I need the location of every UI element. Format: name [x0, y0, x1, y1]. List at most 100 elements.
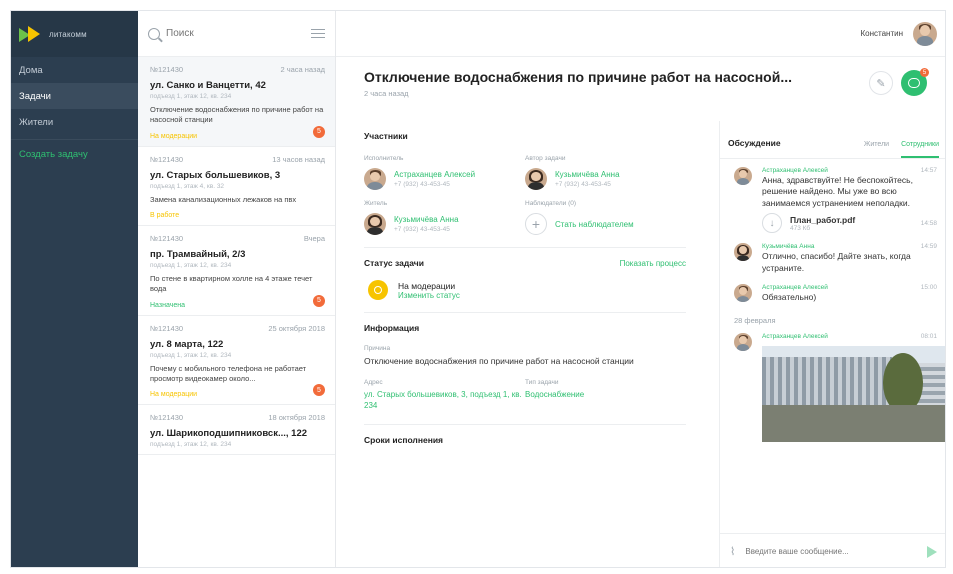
task-location: подъезд 1, этаж 4, кв. 32 — [150, 182, 225, 190]
plus-icon: + — [525, 213, 547, 235]
task-time: 25 октября 2018 — [268, 323, 325, 333]
status-icon — [368, 280, 388, 300]
task-address: ул. 8 марта, 122 — [150, 338, 224, 350]
pencil-icon: ✎ — [876, 77, 886, 90]
author-name[interactable]: Кузьмичёва Анна — [555, 170, 620, 179]
message-input[interactable] — [745, 547, 917, 556]
task-location: подъезд 1, этаж 12, кв. 234 — [150, 351, 232, 359]
task-status: Назначена — [150, 301, 185, 309]
chat-tabs: Обсуждение Жители Сотрудники — [720, 121, 945, 159]
search-icon — [148, 27, 160, 40]
task-items: №121430 2 часа назад ул. Санко и Ванцетт… — [138, 57, 335, 456]
chat-message: Астраханцев Алексей 14:57 Анна, здравству… — [720, 159, 945, 235]
task-description: Замена канализационных лежаков на пвх — [150, 194, 297, 204]
message-avatar — [734, 332, 752, 351]
participants-title: Участники — [364, 131, 408, 141]
message-text: Обязательно) — [762, 292, 817, 303]
reason-text: Отключение водоснабжения по причине рабо… — [364, 356, 634, 366]
message-photo[interactable] — [762, 345, 945, 442]
task-details: Участники Исполнитель Астраханцев Алексе… — [336, 121, 700, 567]
task-list-item[interactable]: №121430 Вчера пр. Трамвайный, 2/3 подъез… — [138, 226, 335, 316]
task-description: Почему с мобильного телефона не работает… — [150, 363, 307, 383]
task-time: 2 часа назад — [364, 89, 409, 98]
task-address: пр. Трамвайный, 2/3 — [150, 249, 246, 261]
send-icon[interactable] — [927, 545, 937, 558]
message-author[interactable]: Астраханцев Алексей — [762, 284, 828, 291]
file-time: 14:58 — [920, 219, 937, 227]
status-value: На модерации — [398, 280, 456, 291]
topbar: Константин — [336, 11, 945, 57]
address-link[interactable]: ул. Старых большевиков, 3, подъезд 1, кв… — [364, 390, 525, 412]
show-process-link[interactable]: Показать процесс — [620, 259, 686, 268]
resident-name[interactable]: Кузьмичёва Анна — [394, 215, 459, 224]
resident-label: Житель — [364, 200, 388, 207]
task-time: Вчера — [303, 234, 325, 244]
message-time: 15:00 — [920, 284, 937, 292]
become-observer-button[interactable]: + Стать наблюдателем — [525, 213, 686, 235]
sidebar: литакомм Дома Задачи Жители Создать зада… — [11, 11, 138, 567]
logo-icon — [19, 26, 41, 42]
task-id: №121430 — [150, 154, 184, 164]
reason-label: Причина — [364, 345, 391, 352]
task-description: По стене в квартирном холле на 4 этаже т… — [150, 274, 313, 293]
tab-residents[interactable]: Жители — [864, 141, 889, 158]
sidebar-item-residents[interactable]: Жители — [11, 109, 138, 135]
user-name[interactable]: Константин — [860, 29, 903, 38]
brand-name: литакомм — [49, 29, 87, 39]
message-author[interactable]: Кузьмичёва Анна — [762, 243, 814, 250]
paperclip-icon[interactable]: ⌇ — [730, 545, 735, 558]
author-phone: +7 (932) 43-453-45 — [555, 181, 611, 188]
file-name: План_работ.pdf — [790, 214, 856, 225]
message-author[interactable]: Астраханцев Алексей — [762, 167, 828, 174]
executor-avatar — [364, 168, 386, 190]
message-author[interactable]: Астраханцев Алексей — [762, 333, 828, 340]
task-list-item[interactable]: №121430 25 октября 2018 ул. 8 марта, 122… — [138, 316, 335, 406]
tab-staff[interactable]: Сотрудники — [901, 141, 939, 158]
search-input[interactable] — [166, 28, 311, 39]
message-time: 08:01 — [920, 332, 937, 340]
status-title: Статус задачи — [364, 258, 424, 268]
task-status: В работе — [150, 212, 180, 220]
info-section: Информация Причина Отключение водоснабже… — [364, 313, 686, 426]
task-location: подъезд 1, этаж 12, кв. 234 — [150, 262, 232, 270]
type-label: Тип задачи — [525, 379, 559, 387]
create-task-button[interactable]: Создать задачу — [11, 139, 138, 169]
type-link[interactable]: Водоснабжение — [525, 390, 686, 401]
task-id: №121430 — [150, 65, 184, 74]
user-avatar[interactable] — [913, 21, 937, 46]
sidebar-item-houses[interactable]: Дома — [11, 57, 138, 83]
sidebar-item-tasks[interactable]: Задачи — [11, 83, 138, 109]
chat-message: Астраханцев Алексей 08:01 — [720, 325, 945, 444]
task-list-item[interactable]: №121430 18 октября 2018 ул. Шарикоподшип… — [138, 405, 335, 456]
date-separator: 28 февраля — [734, 315, 776, 325]
main-area: Константин Отключение водоснабжения по п… — [336, 11, 945, 567]
chat-input-bar: ⌇ — [720, 533, 945, 567]
brand[interactable]: литакомм — [11, 11, 138, 57]
task-status: На модерации — [150, 391, 198, 399]
chat-button[interactable]: 5 — [901, 68, 929, 96]
chat-message: Кузьмичёва Анна 14:59 Отлично, спасибо! Д… — [720, 235, 945, 276]
become-observer-label: Стать наблюдателем — [555, 219, 634, 229]
observers-label: Наблюдатели (0) — [525, 200, 577, 207]
message-avatar — [734, 284, 752, 303]
file-size: 473 Кб — [790, 224, 811, 232]
task-address: ул. Старых большевиков, 3 — [150, 169, 281, 181]
edit-button[interactable]: ✎ — [869, 71, 893, 95]
chat-message: Астраханцев Алексей 15:00 Обязательно) — [720, 276, 945, 305]
file-attachment[interactable]: ↓ План_работ.pdf 473 Кб 14:58 — [762, 213, 937, 234]
task-location: подъезд 1, этаж 12, кв. 234 — [150, 93, 232, 100]
task-header: Отключение водоснабжения по причине рабо… — [336, 57, 945, 121]
task-id: №121430 — [150, 234, 184, 244]
task-list-panel: №121430 2 часа назад ул. Санко и Ванцетт… — [138, 11, 336, 567]
executor-name[interactable]: Астраханцев Алексей — [394, 170, 475, 179]
chat-bubble-icon — [908, 78, 920, 88]
unread-badge: 5 — [313, 125, 325, 138]
filter-icon[interactable] — [311, 28, 325, 40]
message-time: 14:57 — [920, 167, 937, 174]
message-text: Анна, здравствуйте! Не беспокойтесь, реш… — [762, 175, 913, 208]
task-list-item[interactable]: №121430 13 часов назад ул. Старых больше… — [138, 147, 335, 227]
task-title: Отключение водоснабжения по причине рабо… — [364, 69, 792, 85]
task-list-item[interactable]: №121430 2 часа назад ул. Санко и Ванцетт… — [138, 57, 335, 147]
change-status-link[interactable]: Изменить статус — [398, 291, 460, 300]
resident-phone: +7 (932) 43-453-45 — [394, 226, 450, 233]
